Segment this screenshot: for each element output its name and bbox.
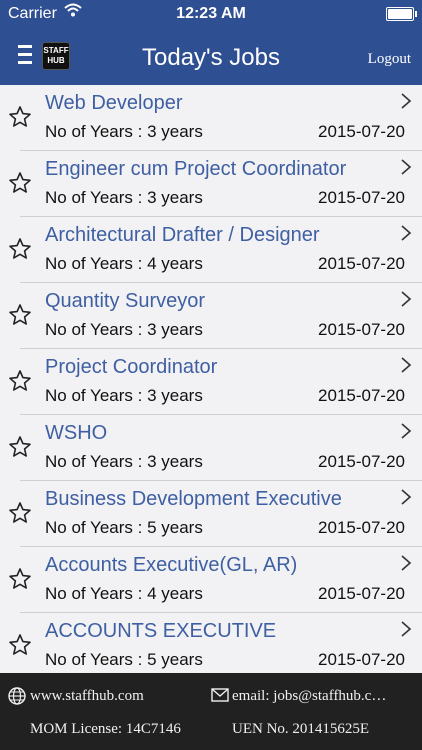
logout-button[interactable]: Logout [368,51,411,68]
chevron-right-icon [401,489,412,505]
job-title: Accounts Executive(GL, AR) [45,554,298,576]
star-icon[interactable] [8,633,32,657]
job-years: No of Years : 5 years [45,650,203,669]
job-date: 2015-07-20 [318,122,405,141]
job-years: No of Years : 3 years [45,386,203,405]
job-title: Project Coordinator [45,356,218,378]
nav-bar: STAFF HUB Today's Jobs Logout [0,30,422,85]
job-years: No of Years : 3 years [45,122,203,141]
job-row[interactable]: Quantity Surveyor No of Years : 3 years … [0,283,422,349]
mom-license: MOM License: 14C7146 [30,721,181,737]
star-icon[interactable] [8,303,32,327]
job-years: No of Years : 3 years [45,452,203,471]
job-title: Web Developer [45,92,183,114]
status-bar: Carrier 12:23 AM [0,0,422,30]
job-row[interactable]: Web Developer No of Years : 3 years 2015… [0,85,422,151]
job-years: No of Years : 4 years [45,584,203,603]
job-date: 2015-07-20 [318,254,405,273]
star-icon[interactable] [8,237,32,261]
chevron-right-icon [401,423,412,439]
job-title: Architectural Drafter / Designer [45,224,320,246]
star-icon[interactable] [8,435,32,459]
job-list: Web Developer No of Years : 3 years 2015… [0,85,422,679]
chevron-right-icon [401,555,412,571]
job-date: 2015-07-20 [318,584,405,603]
chevron-right-icon [401,291,412,307]
star-icon[interactable] [8,567,32,591]
chevron-right-icon [401,621,412,637]
job-date: 2015-07-20 [318,452,405,471]
job-row[interactable]: Architectural Drafter / Designer No of Y… [0,217,422,283]
job-date: 2015-07-20 [318,518,405,537]
job-row[interactable]: Accounts Executive(GL, AR) No of Years :… [0,547,422,613]
battery-icon [386,7,417,21]
page-title: Today's Jobs [142,44,280,71]
job-title: WSHO [45,422,108,444]
website-link[interactable]: www.staffhub.com [30,688,144,705]
footer: www.staffhub.com email: jobs@staffhub.c…… [0,673,422,750]
job-date: 2015-07-20 [318,320,405,339]
star-icon[interactable] [8,105,32,129]
chevron-right-icon [401,225,412,241]
job-years: No of Years : 5 years [45,518,203,537]
job-title: ACCOUNTS EXECUTIVE [45,620,277,642]
job-years: No of Years : 4 years [45,254,203,273]
chevron-right-icon [401,357,412,373]
job-date: 2015-07-20 [318,188,405,207]
chevron-right-icon [401,159,412,175]
job-row[interactable]: WSHO No of Years : 3 years 2015-07-20 [0,415,422,481]
job-date: 2015-07-20 [318,650,405,669]
star-icon[interactable] [8,369,32,393]
mail-icon [211,688,229,702]
job-title: Business Development Executive [45,488,342,510]
job-title: Engineer cum Project Coordinator [45,158,347,180]
job-row[interactable]: Project Coordinator No of Years : 3 year… [0,349,422,415]
job-row[interactable]: Engineer cum Project Coordinator No of Y… [0,151,422,217]
chevron-right-icon [401,93,412,109]
uen-number: UEN No. 201415625E [232,721,370,737]
job-years: No of Years : 3 years [45,188,203,207]
globe-icon [8,687,26,705]
status-time: 12:23 AM [176,5,246,22]
job-title: Quantity Surveyor [45,290,206,312]
star-icon[interactable] [8,501,32,525]
job-years: No of Years : 3 years [45,320,203,339]
email-link[interactable]: email: jobs@staffhub.c… [232,688,386,705]
job-row[interactable]: ACCOUNTS EXECUTIVE No of Years : 5 years… [0,613,422,679]
job-row[interactable]: Business Development Executive No of Yea… [0,481,422,547]
job-date: 2015-07-20 [318,386,405,405]
star-icon[interactable] [8,171,32,195]
